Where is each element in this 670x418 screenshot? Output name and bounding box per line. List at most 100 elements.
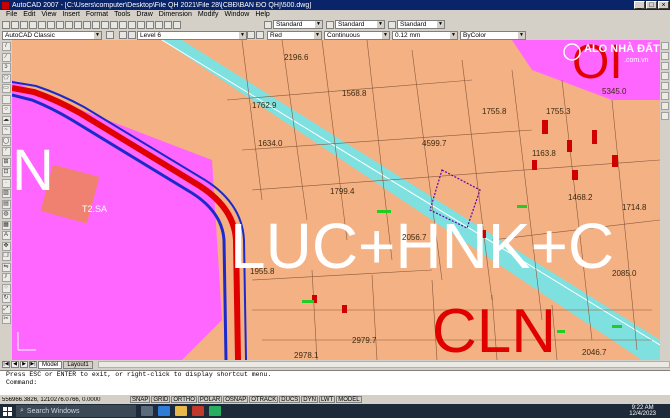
properties-icon[interactable] [146, 20, 154, 29]
spline-tool-icon[interactable]: ~ [1, 126, 11, 135]
array-tool-icon[interactable]: ⁘ [1, 283, 11, 293]
xline-tool-icon[interactable]: ⁄ [1, 52, 11, 62]
stretch-icon[interactable] [661, 82, 669, 90]
menu-tools[interactable]: Tools [114, 11, 130, 18]
new-icon[interactable] [2, 20, 10, 29]
publish-icon[interactable] [47, 20, 55, 29]
ortho-toggle[interactable]: ORTHO [171, 396, 197, 403]
table-tool-icon[interactable]: ▦ [1, 220, 11, 230]
system-clock[interactable]: 9:22 AM 12/4/2023 [629, 405, 656, 417]
region-tool-icon[interactable]: ◍ [1, 210, 11, 219]
chrome-icon[interactable] [209, 406, 221, 416]
make-block-icon[interactable]: ⊡ [1, 168, 11, 177]
ellipse-arc-tool-icon[interactable]: ◜ [1, 147, 11, 156]
revcloud-tool-icon[interactable]: ☁ [1, 115, 11, 125]
command-prompt[interactable]: Command: [6, 379, 670, 387]
otrack-toggle[interactable]: OTRACK [249, 396, 279, 403]
menu-view[interactable]: View [41, 11, 56, 18]
file-explorer-icon[interactable] [175, 406, 187, 416]
design-center-icon[interactable] [155, 20, 163, 29]
close-button[interactable]: × [658, 1, 669, 9]
rotate-tool-icon[interactable]: ↻ [1, 294, 11, 303]
layer-previous-icon[interactable] [256, 31, 264, 39]
polygon-tool-icon[interactable]: ⬠ [1, 73, 11, 83]
zoom-previous-icon[interactable] [137, 20, 145, 29]
menu-dimension[interactable]: Dimension [159, 11, 192, 18]
save-icon[interactable] [20, 20, 28, 29]
zoom-window-icon[interactable] [128, 20, 136, 29]
match-properties-icon[interactable] [83, 20, 91, 29]
drawing-canvas[interactable]: LUC+HNK+C CLN OI N T2.SA 2196.6 1762.9 1… [12, 40, 660, 360]
hatch-tool-icon[interactable]: ▨ [1, 189, 11, 198]
taskbar-search-box[interactable]: ⌕ Search Windows [16, 405, 136, 417]
chamfer-icon[interactable] [661, 72, 669, 80]
point-tool-icon[interactable]: · [1, 178, 11, 188]
copy-icon[interactable] [65, 20, 73, 29]
menu-modify[interactable]: Modify [198, 11, 219, 18]
join-icon[interactable] [661, 112, 669, 120]
layer-manager-icon[interactable] [119, 31, 127, 39]
osnap-toggle[interactable]: OSNAP [223, 396, 249, 403]
last-tab-button[interactable]: ▶| [29, 361, 37, 368]
minimize-button[interactable]: _ [634, 1, 645, 9]
layer-dropdown[interactable]: Level 6 ▼ [137, 30, 247, 40]
menu-format[interactable]: Format [86, 11, 108, 18]
snap-toggle[interactable]: SNAP [130, 396, 151, 403]
prev-tab-button[interactable]: ◀ [11, 361, 19, 368]
arc-tool-icon[interactable]: ⌒ [1, 94, 11, 104]
open-icon[interactable] [11, 20, 19, 29]
pan-icon[interactable] [110, 20, 118, 29]
menu-help[interactable]: Help [255, 11, 269, 18]
plotstyle-dropdown[interactable]: ByColor ▼ [460, 30, 526, 40]
table-style-dropdown[interactable]: Standard ▼ [397, 20, 445, 29]
circle-tool-icon[interactable]: ○ [1, 105, 11, 114]
redo-icon[interactable] [101, 20, 109, 29]
dim-style-icon[interactable] [326, 20, 334, 29]
text-style-dropdown[interactable]: Standard ▼ [273, 20, 323, 29]
dyn-toggle[interactable]: DYN [301, 396, 318, 403]
ducs-toggle[interactable]: DUCS [279, 396, 301, 403]
next-tab-button[interactable]: ▶ [20, 361, 28, 368]
tab-model[interactable]: Model [38, 360, 63, 369]
edge-icon[interactable] [158, 406, 170, 416]
polyline-tool-icon[interactable]: ↄ [1, 63, 11, 72]
preview-icon[interactable] [38, 20, 46, 29]
mtext-tool-icon[interactable]: A [1, 231, 11, 240]
autocad-taskbar-icon[interactable] [192, 406, 204, 416]
scale-tool-icon[interactable]: ⤢ [1, 304, 11, 314]
menu-edit[interactable]: Edit [23, 11, 35, 18]
text-style-icon[interactable] [264, 20, 272, 29]
menu-window[interactable]: Window [224, 11, 249, 18]
first-tab-button[interactable]: |◀ [2, 361, 10, 368]
grid-toggle[interactable]: GRID [151, 396, 171, 403]
zoom-realtime-icon[interactable] [119, 20, 127, 29]
workspace-dropdown[interactable]: AutoCAD Classic ▼ [2, 30, 102, 40]
cut-icon[interactable] [56, 20, 64, 29]
ellipse-tool-icon[interactable]: ◯ [1, 136, 11, 146]
workspace-settings-icon[interactable] [106, 31, 114, 39]
tool-palettes-icon[interactable] [164, 20, 172, 29]
trim-tool-icon[interactable]: ✂ [1, 315, 11, 324]
menu-file[interactable]: File [6, 11, 17, 18]
mirror-tool-icon[interactable]: ⇋ [1, 262, 11, 272]
maximize-button[interactable]: □ [646, 1, 657, 9]
horizontal-scrollbar[interactable] [97, 361, 670, 368]
break-icon[interactable] [661, 102, 669, 110]
line-tool-icon[interactable]: / [1, 42, 11, 51]
menu-draw[interactable]: Draw [136, 11, 152, 18]
offset-tool-icon[interactable]: ⫽ [1, 273, 11, 282]
gradient-tool-icon[interactable]: ▤ [1, 199, 11, 209]
autocad-app-icon[interactable] [2, 1, 9, 9]
color-dropdown[interactable]: Red ▼ [267, 30, 322, 40]
paste-icon[interactable] [74, 20, 82, 29]
start-button[interactable] [0, 404, 14, 418]
help-icon[interactable] [173, 20, 181, 29]
lwt-toggle[interactable]: LWT [318, 396, 336, 403]
tab-layout1[interactable]: Layout1 [63, 360, 93, 369]
plot-icon[interactable] [29, 20, 37, 29]
move-tool-icon[interactable]: ✥ [1, 241, 11, 251]
polar-toggle[interactable]: POLAR [197, 396, 223, 403]
table-style-icon[interactable] [388, 20, 396, 29]
insert-block-icon[interactable]: ⊞ [1, 157, 11, 167]
menu-insert[interactable]: Insert [62, 11, 80, 18]
